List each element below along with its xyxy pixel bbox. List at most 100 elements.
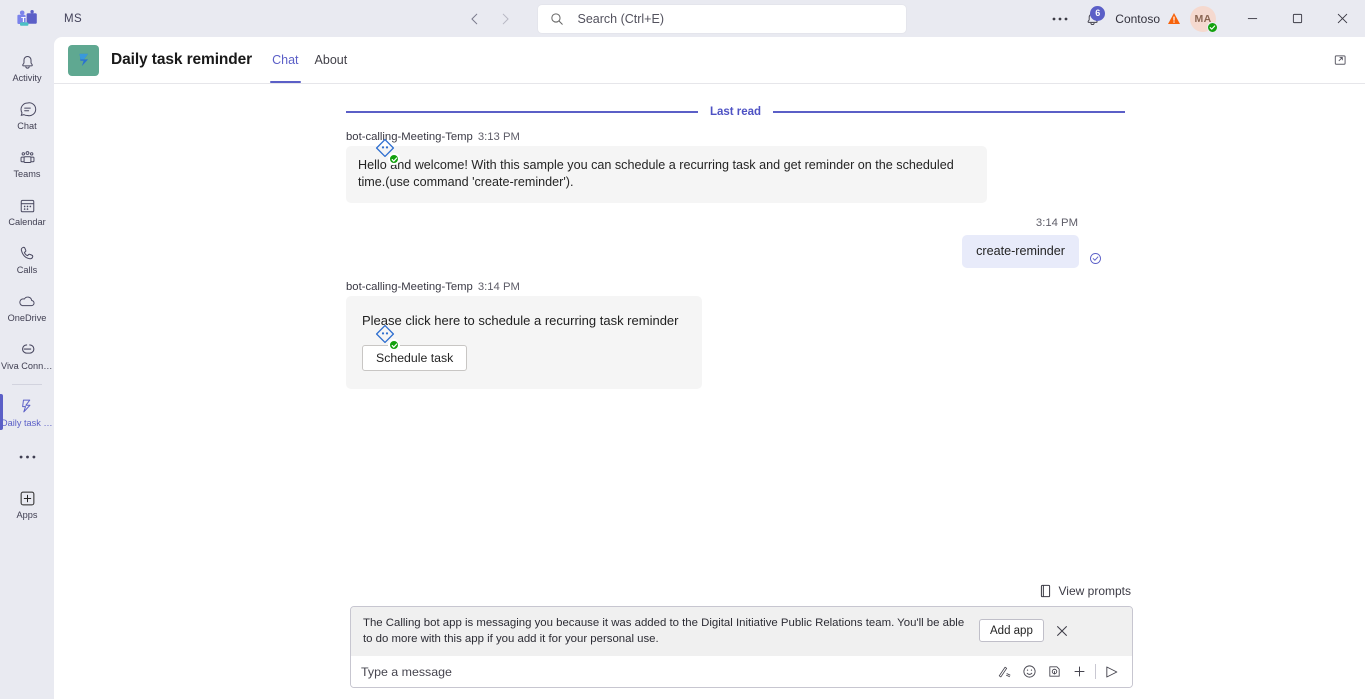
tab-chat[interactable]: Chat bbox=[264, 37, 306, 84]
app-tabs: Chat About bbox=[264, 37, 356, 84]
chat-bubble-icon bbox=[18, 99, 37, 120]
sidebar-item-calendar[interactable]: Calendar bbox=[0, 187, 54, 235]
app-header: Daily task reminder Chat About bbox=[54, 37, 1365, 84]
teams-people-icon bbox=[18, 147, 37, 168]
icon-divider bbox=[1095, 664, 1096, 679]
sidebar-item-label: Daily task r... bbox=[1, 417, 53, 428]
title-bar: T MS 6 Cont bbox=[0, 0, 1365, 37]
message-incoming-welcome: bot-calling-Meeting-Temp 3:13 PM Hello an… bbox=[54, 131, 1365, 203]
add-app-button[interactable]: Add app bbox=[979, 619, 1044, 642]
rail-divider bbox=[12, 384, 42, 385]
notice-text: The Calling bot app is messaging you bec… bbox=[363, 617, 965, 645]
notification-badge: 6 bbox=[1090, 5, 1106, 21]
last-read-divider: Last read bbox=[54, 106, 1365, 118]
open-in-new-window-icon[interactable] bbox=[1325, 44, 1357, 76]
main-panel: Daily task reminder Chat About Last read bbox=[54, 37, 1365, 699]
sidebar-item-label: Apps bbox=[16, 509, 38, 520]
divider-line-left bbox=[346, 111, 698, 113]
last-read-label: Last read bbox=[709, 106, 762, 118]
compose-box: The Calling bot app is messaging you bec… bbox=[350, 606, 1133, 688]
search-bar[interactable] bbox=[537, 4, 906, 33]
forward-button[interactable] bbox=[490, 4, 520, 34]
message-bubble: Hello and welcome! With this sample you … bbox=[346, 146, 987, 203]
calendar-icon bbox=[18, 195, 37, 216]
sidebar-item-label: Calendar bbox=[8, 216, 46, 227]
sidebar-item-label: Activity bbox=[12, 72, 42, 83]
close-icon[interactable] bbox=[1053, 622, 1071, 640]
power-automate-flag-icon bbox=[68, 44, 99, 76]
emoji-icon[interactable] bbox=[1017, 659, 1042, 684]
compose-zone: View prompts The Calling bot app is mess… bbox=[54, 582, 1365, 699]
view-prompts-button[interactable]: View prompts bbox=[1037, 582, 1133, 600]
message-input-row bbox=[351, 656, 1132, 687]
notice-actions: Add app bbox=[979, 616, 1071, 642]
bell-icon bbox=[18, 51, 37, 72]
viva-connections-icon bbox=[18, 339, 37, 360]
format-text-icon[interactable] bbox=[992, 659, 1017, 684]
page-title: Daily task reminder bbox=[111, 51, 253, 68]
cloud-icon bbox=[17, 291, 37, 312]
sidebar-item-viva-connections[interactable]: Viva Conne... bbox=[0, 331, 54, 379]
tab-about[interactable]: About bbox=[307, 37, 356, 83]
sidebar-item-label: OneDrive bbox=[7, 312, 47, 323]
bot-presence-available-icon bbox=[388, 339, 400, 351]
sidebar-item-calls[interactable]: Calls bbox=[0, 235, 54, 283]
sidebar-item-apps[interactable]: Apps bbox=[0, 480, 54, 528]
sidebar-item-label: Viva Conne... bbox=[1, 360, 53, 371]
outgoing-bubble-wrap: create-reminder bbox=[962, 235, 1101, 268]
warning-triangle-icon[interactable] bbox=[1167, 12, 1181, 25]
message-sender: bot-calling-Meeting-Temp bbox=[346, 281, 473, 293]
plus-more-icon[interactable] bbox=[1067, 659, 1092, 684]
message-bubble: create-reminder bbox=[962, 235, 1079, 268]
giphy-icon[interactable] bbox=[1042, 659, 1067, 684]
app-notice-banner: The Calling bot app is messaging you bec… bbox=[351, 607, 1132, 656]
message-sender: bot-calling-Meeting-Temp bbox=[346, 131, 473, 143]
sidebar-item-daily-task-reminder[interactable]: Daily task r... bbox=[0, 388, 54, 436]
send-icon[interactable] bbox=[1099, 659, 1124, 684]
compose-icons bbox=[992, 659, 1124, 684]
view-prompts-row: View prompts bbox=[350, 582, 1133, 600]
settings-ellipsis-icon[interactable] bbox=[1045, 4, 1075, 34]
plus-box-icon bbox=[18, 489, 37, 508]
sidebar-item-label: Calls bbox=[16, 264, 38, 275]
close-button[interactable] bbox=[1320, 0, 1365, 37]
app-rail: Activity Chat Teams Calendar Calls OneDr… bbox=[0, 37, 54, 699]
app-header-actions bbox=[1325, 37, 1357, 83]
message-input[interactable] bbox=[361, 664, 992, 679]
bot-presence-available-icon bbox=[388, 153, 400, 165]
sidebar-item-label: Chat bbox=[17, 120, 37, 131]
schedule-task-button[interactable]: Schedule task bbox=[362, 345, 468, 371]
sidebar-item-teams[interactable]: Teams bbox=[0, 139, 54, 187]
card-text: Please click here to schedule a recurrin… bbox=[362, 313, 679, 328]
sidebar-item-onedrive[interactable]: OneDrive bbox=[0, 283, 54, 331]
prompt-book-icon bbox=[1039, 584, 1052, 598]
avatar[interactable]: MA bbox=[1190, 5, 1218, 33]
search-input[interactable] bbox=[577, 11, 878, 26]
maximize-button[interactable] bbox=[1275, 0, 1320, 37]
message-incoming-card: bot-calling-Meeting-Temp 3:14 PM Please c… bbox=[54, 281, 1365, 389]
presence-available-icon bbox=[1207, 21, 1218, 33]
message-outgoing-create-reminder: 3:14 PM create-reminder bbox=[54, 203, 1365, 268]
sidebar-item-label: Teams bbox=[13, 168, 41, 179]
title-bar-right: 6 Contoso MA bbox=[1045, 0, 1365, 37]
message-time: 3:13 PM bbox=[477, 131, 520, 143]
divider-line-right bbox=[773, 111, 1126, 113]
sidebar-item-chat[interactable]: Chat bbox=[0, 91, 54, 139]
header-divider bbox=[54, 83, 1365, 84]
back-button[interactable] bbox=[460, 4, 490, 34]
message-time: 3:14 PM bbox=[1035, 217, 1078, 229]
search-icon bbox=[550, 12, 564, 26]
message-meta: bot-calling-Meeting-Temp 3:13 PM bbox=[346, 131, 1365, 143]
tenant-name: Contoso bbox=[1115, 11, 1160, 26]
minimize-button[interactable] bbox=[1230, 0, 1275, 37]
tab-label: Chat bbox=[272, 53, 299, 67]
rail-more-apps-button[interactable] bbox=[0, 436, 54, 478]
view-prompts-label: View prompts bbox=[1058, 584, 1131, 598]
phone-icon bbox=[18, 243, 37, 264]
daily-task-reminder-app-icon bbox=[19, 396, 35, 417]
sidebar-item-activity[interactable]: Activity bbox=[0, 43, 54, 91]
tab-label: About bbox=[314, 53, 348, 67]
delivered-check-icon bbox=[1089, 252, 1102, 265]
message-time: 3:14 PM bbox=[477, 281, 520, 293]
notifications-button[interactable]: 6 bbox=[1075, 4, 1109, 34]
